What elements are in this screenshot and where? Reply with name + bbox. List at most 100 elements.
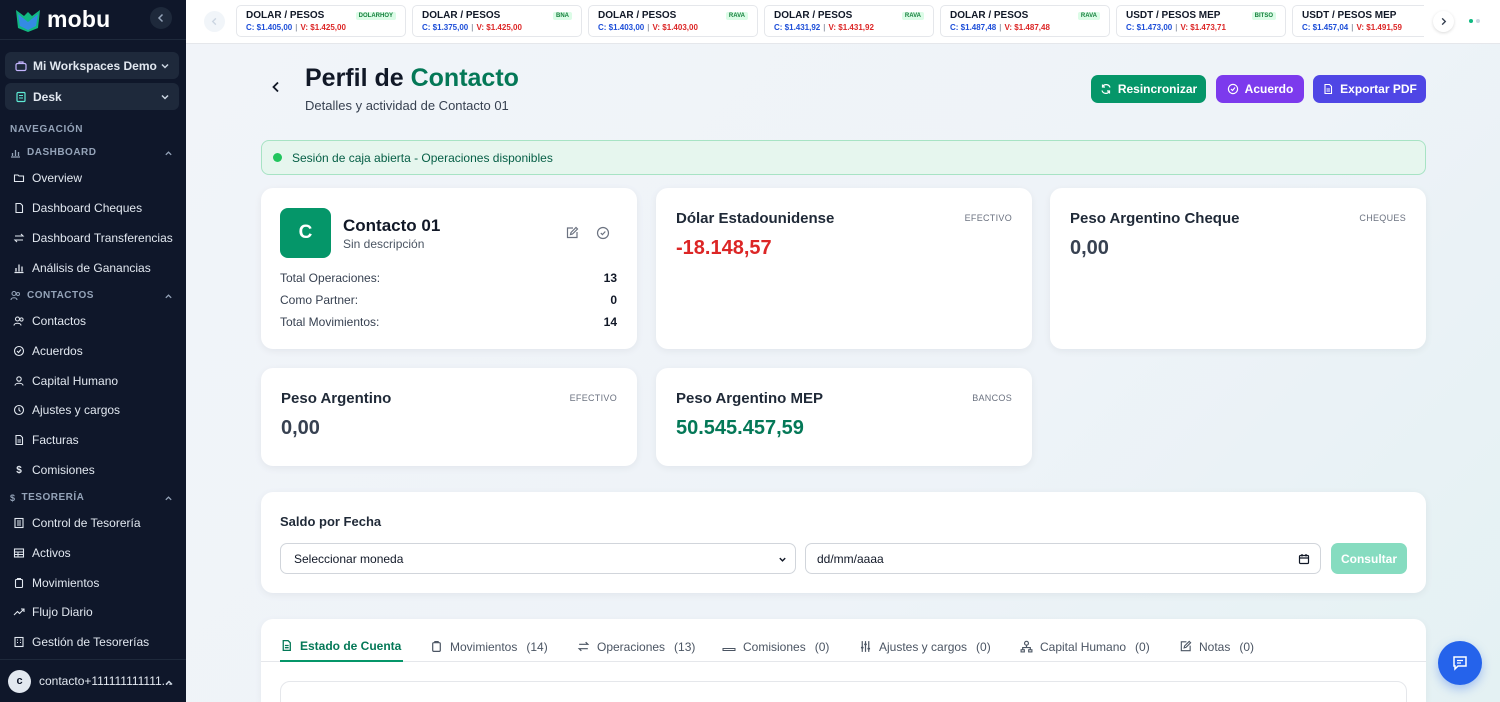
- ticker-venta: V: $1.425,00: [300, 23, 346, 32]
- dollar-icon: $: [10, 492, 16, 503]
- tab-estado-de-cuenta[interactable]: Estado de Cuenta: [280, 631, 404, 662]
- tab-operaciones[interactable]: Operaciones (13): [577, 631, 695, 662]
- sidebar-item-label: Análisis de Ganancias: [32, 261, 151, 275]
- ticker-card[interactable]: DOLAR / PESOS RAVA C: $1.487,48 | V: $1.487,…: [940, 5, 1110, 37]
- stat-row: Como Partner: 0: [280, 293, 617, 307]
- sidebar-item-label: Control de Tesorería: [32, 516, 141, 530]
- ticker-card[interactable]: DOLAR / PESOS DOLARHOY C: $1.405,00 | V: $1.…: [236, 5, 406, 37]
- edit-icon[interactable]: [565, 226, 579, 240]
- balance-type: BANCOS: [972, 393, 1012, 403]
- contact-name: Contacto 01: [343, 216, 441, 235]
- sidebar-item-contactos[interactable]: Contactos: [12, 309, 178, 333]
- contact-avatar: C: [280, 208, 331, 258]
- tab-ajustes-cargos[interactable]: Ajustes y cargos (0): [859, 631, 991, 662]
- sidebar-item-flujo-diario[interactable]: Flujo Diario: [12, 600, 178, 624]
- balance-card[interactable]: Dólar Estadounidense EFECTIVO -18.148,57: [656, 188, 1032, 349]
- collapse-sidebar-button[interactable]: [150, 7, 172, 29]
- balance-card[interactable]: Peso Argentino EFECTIVO 0,00: [261, 368, 637, 466]
- resync-button[interactable]: Resincronizar: [1091, 75, 1206, 103]
- sidebar-item-activos[interactable]: Activos: [12, 541, 178, 565]
- sidebar-item-acuerdos[interactable]: Acuerdos: [12, 339, 178, 363]
- sidebar-item-movimientos[interactable]: Movimientos: [12, 571, 178, 595]
- clipboard-icon: [12, 577, 26, 589]
- ticker-source-badge: BITSO: [1251, 12, 1276, 20]
- sidebar-item-gestion-tesorerias[interactable]: Gestión de Tesorerías: [12, 630, 178, 654]
- workspace-selector[interactable]: Mi Workspaces Demo: [5, 52, 179, 79]
- chat-icon: [1453, 656, 1467, 671]
- stat-value: 0: [610, 293, 617, 307]
- stat-row: Total Movimientos: 14: [280, 315, 617, 329]
- tab-label: Comisiones: [743, 639, 806, 654]
- sidebar-item-control-tesoreria[interactable]: Control de Tesorería: [12, 511, 178, 535]
- chevron-up-icon: [165, 496, 172, 501]
- title-part: Perfil de: [305, 64, 404, 92]
- back-button[interactable]: [269, 80, 283, 94]
- sidebar-item-comisiones[interactable]: $ Comisiones: [12, 458, 178, 482]
- ticker-compra: C: $1.473,00: [1126, 23, 1173, 32]
- chevron-up-icon: [165, 151, 172, 156]
- sidebar-item-dashboard-transferencias[interactable]: Dashboard Transferencias: [12, 226, 178, 250]
- ticker-pagination[interactable]: [1469, 19, 1480, 23]
- stat-value: 14: [603, 315, 617, 329]
- agreement-label: Acuerdo: [1244, 82, 1294, 96]
- tabs-panel: Estado de Cuenta Movimientos (14) Operaci…: [261, 619, 1426, 702]
- tab-capital-humano[interactable]: Capital Humano (0): [1020, 631, 1150, 662]
- balance-card[interactable]: Peso Argentino MEP BANCOS 50.545.457,59: [656, 368, 1032, 466]
- desk-selector[interactable]: Desk: [5, 83, 179, 110]
- check-circle-icon: [1227, 83, 1238, 95]
- export-pdf-button[interactable]: Exportar PDF: [1313, 75, 1426, 103]
- sidebar-item-label: Comisiones: [32, 463, 95, 477]
- transfer-icon: [12, 232, 26, 244]
- agreement-button[interactable]: Acuerdo: [1216, 75, 1304, 103]
- building-icon: [12, 636, 26, 648]
- stat-value: 13: [603, 271, 617, 285]
- status-dot: [273, 153, 282, 162]
- ticker-card[interactable]: USDT / PESOS MEP BITSO C: $1.473,00 | V: $1.…: [1116, 5, 1286, 37]
- chat-button[interactable]: [1438, 641, 1482, 685]
- title-accent: Contacto: [410, 64, 519, 92]
- sidebar-item-analisis-ganancias[interactable]: Análisis de Ganancias: [12, 256, 178, 280]
- ticker-card[interactable]: USDT / PESOS MEP C: $1.457,04 | V: $1.491,5…: [1292, 5, 1424, 37]
- ticker-card[interactable]: DOLAR / PESOS RAVA C: $1.431,92 | V: $1.431,…: [764, 5, 934, 37]
- page-subtitle: Detalles y actividad de Contacto 01: [305, 98, 509, 113]
- sidebar-item-overview[interactable]: Overview: [12, 166, 178, 190]
- section-contactos[interactable]: CONTACTOS: [10, 290, 176, 301]
- nav-heading: NAVEGACIÓN: [10, 124, 84, 135]
- ticker-prev-button[interactable]: [204, 11, 225, 32]
- trending-up-icon: [12, 606, 26, 618]
- section-dashboard[interactable]: DASHBOARD: [10, 147, 176, 158]
- sidebar-item-label: Facturas: [32, 433, 79, 447]
- section-label: TESORERÍA: [21, 492, 85, 503]
- consultar-button[interactable]: Consultar: [1331, 543, 1407, 574]
- sidebar-item-ajustes-cargos[interactable]: Ajustes y cargos: [12, 398, 178, 422]
- ticker-compra: C: $1.431,92: [774, 23, 821, 32]
- ticker-card[interactable]: DOLAR / PESOS BNA C: $1.375,00 | V: $1.425,0…: [412, 5, 582, 37]
- ticker-next-button[interactable]: [1433, 11, 1454, 32]
- ticker-card[interactable]: DOLAR / PESOS RAVA C: $1.403,00 | V: $1.403,…: [588, 5, 758, 37]
- sidebar-item-capital-humano[interactable]: Capital Humano: [12, 369, 178, 393]
- calendar-icon[interactable]: [1298, 553, 1310, 565]
- users-icon: [10, 290, 20, 301]
- section-tesoreria[interactable]: $ TESORERÍA: [10, 492, 176, 503]
- check-circle-icon: [12, 345, 26, 357]
- tab-comisiones[interactable]: Comisiones (0): [722, 631, 829, 662]
- contact-description: Sin descripción: [343, 237, 425, 251]
- balance-card[interactable]: Peso Argentino Cheque CHEQUES 0,00: [1050, 188, 1426, 349]
- balance-type: EFECTIVO: [569, 393, 617, 403]
- tab-movimientos[interactable]: Movimientos (14): [430, 631, 548, 662]
- document-icon: [12, 202, 26, 214]
- check-circle-icon[interactable]: [596, 226, 610, 240]
- date-input[interactable]: dd/mm/aaaa: [805, 543, 1321, 574]
- bar-chart-icon: [12, 262, 26, 274]
- currency-select[interactable]: Seleccionar moneda: [280, 543, 796, 574]
- sidebar-item-facturas[interactable]: Facturas: [12, 428, 178, 452]
- user-menu[interactable]: c contacto+111111111111...: [0, 659, 186, 702]
- balance-by-date-panel: Saldo por Fecha Seleccionar moneda dd/mm…: [261, 492, 1426, 593]
- stat-label: Total Operaciones:: [280, 271, 381, 285]
- sidebar-item-label: Dashboard Cheques: [32, 201, 143, 215]
- arrow-left-icon: [272, 81, 279, 93]
- date-placeholder: dd/mm/aaaa: [817, 551, 884, 566]
- tab-notas[interactable]: Notas (0): [1179, 631, 1254, 662]
- sidebar-item-dashboard-cheques[interactable]: Dashboard Cheques: [12, 196, 178, 220]
- invoice-icon: [12, 434, 26, 446]
